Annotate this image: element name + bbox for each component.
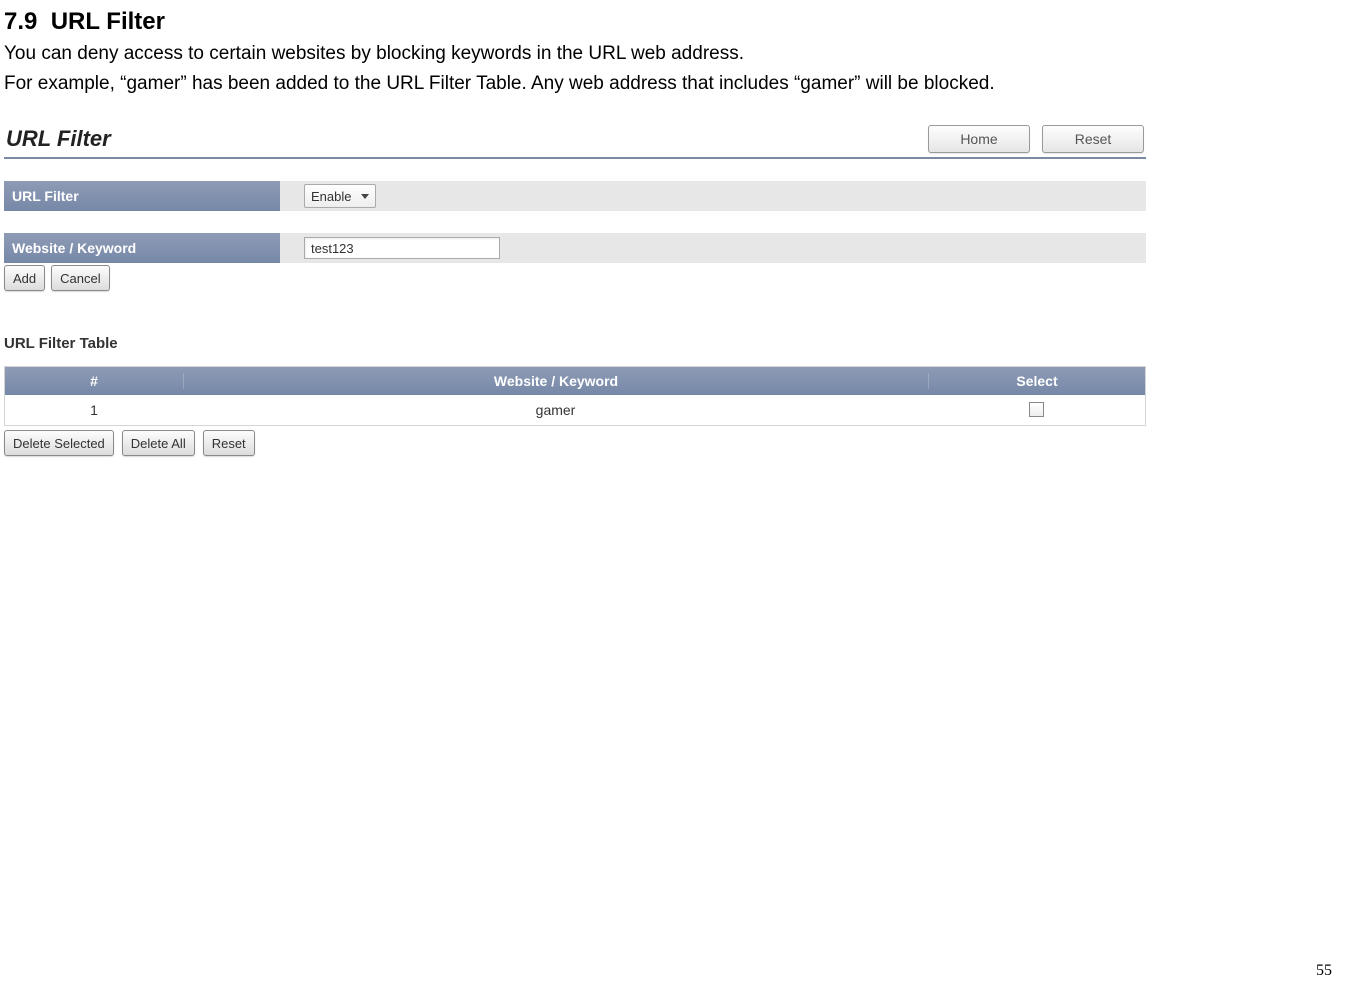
page-number: 55 — [1316, 962, 1332, 980]
home-button[interactable]: Home — [928, 125, 1030, 153]
url-filter-label: URL Filter — [4, 188, 280, 204]
table-cell-select — [928, 400, 1145, 420]
section-title-text: URL Filter — [51, 8, 165, 35]
url-filter-table: # Website / Keyword Select 1 gamer — [4, 366, 1146, 426]
reset-button[interactable]: Reset — [1042, 125, 1144, 153]
table-cell-keyword: gamer — [184, 402, 928, 418]
paragraph-1: You can deny access to certain websites … — [4, 40, 1344, 68]
panel-title: URL Filter — [6, 126, 111, 152]
table-header-row: # Website / Keyword Select — [5, 367, 1145, 395]
url-filter-row: URL Filter Enable — [4, 181, 1146, 211]
url-filter-select-value: Enable — [311, 189, 351, 204]
table-row: 1 gamer — [5, 395, 1145, 425]
table-header-keyword: Website / Keyword — [184, 373, 929, 389]
section-heading: 7.9 URL Filter — [4, 8, 1344, 36]
filter-table-title: URL Filter Table — [4, 335, 1146, 352]
paragraph-2: For example, “gamer” has been added to t… — [4, 70, 1344, 98]
table-header-num: # — [5, 373, 184, 389]
table-header-select: Select — [929, 373, 1145, 389]
panel-divider — [4, 157, 1146, 159]
delete-all-button[interactable]: Delete All — [122, 430, 195, 456]
keyword-row: Website / Keyword test123 — [4, 233, 1146, 263]
section-number: 7.9 — [4, 8, 37, 35]
keyword-input[interactable]: test123 — [304, 237, 500, 259]
keyword-label: Website / Keyword — [4, 240, 280, 256]
delete-selected-button[interactable]: Delete Selected — [4, 430, 114, 456]
table-reset-button[interactable]: Reset — [203, 430, 255, 456]
add-button[interactable]: Add — [4, 265, 45, 291]
table-cell-num: 1 — [5, 402, 184, 418]
select-checkbox[interactable] — [1029, 402, 1044, 417]
url-filter-panel: URL Filter Home Reset URL Filter Enable … — [4, 125, 1146, 456]
chevron-down-icon — [361, 194, 369, 199]
cancel-button[interactable]: Cancel — [51, 265, 109, 291]
url-filter-select[interactable]: Enable — [304, 184, 376, 208]
keyword-input-value: test123 — [311, 241, 354, 256]
